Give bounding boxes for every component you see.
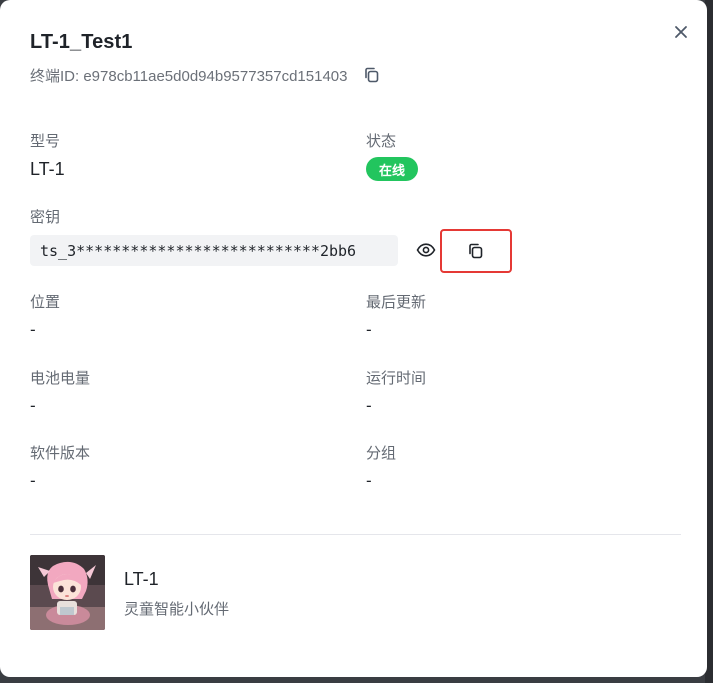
model-value: LT-1 (30, 159, 65, 179)
model-label: 型号 (30, 133, 61, 150)
copy-terminal-id-button[interactable] (362, 65, 382, 85)
terminal-id-text: 终端ID: e978cb11ae5d0d94b9577357cd151403 (30, 67, 348, 85)
battery-value: - (30, 396, 36, 415)
device-detail-modal: LT-1_Test1 终端ID: e978cb11ae5d0d94b957735… (0, 0, 707, 677)
device-avatar (30, 555, 105, 630)
terminal-id-row: 终端ID: e978cb11ae5d0d94b9577357cd151403 (30, 64, 382, 86)
modal-title: LT-1_Test1 (30, 31, 133, 53)
uptime-label: 运行时间 (366, 370, 427, 387)
uptime-value: - (366, 396, 372, 415)
last-update-label: 最后更新 (366, 294, 427, 311)
software-version-value: - (30, 471, 36, 490)
device-description: 灵童智能小伙伴 (124, 601, 230, 618)
close-button[interactable] (670, 21, 692, 43)
software-version-label: 软件版本 (30, 445, 91, 462)
copy-icon (469, 243, 483, 259)
close-icon (675, 26, 687, 38)
toggle-secret-visibility-button[interactable] (414, 238, 438, 262)
location-label: 位置 (30, 294, 61, 311)
location-value: - (30, 320, 36, 339)
eye-icon (416, 243, 436, 257)
copy-secret-button[interactable] (440, 229, 512, 273)
device-name: LT-1 (124, 569, 159, 589)
status-label: 状态 (366, 133, 397, 150)
copy-icon (364, 67, 378, 83)
group-label: 分组 (366, 445, 397, 462)
divider (30, 534, 681, 535)
last-update-value: - (366, 320, 372, 339)
secret-key-field: ts_3***************************2bb6 (30, 235, 398, 266)
battery-label: 电池电量 (30, 370, 91, 387)
group-value: - (366, 471, 372, 490)
secret-label: 密钥 (30, 209, 61, 226)
status-badge: 在线 (366, 157, 418, 181)
